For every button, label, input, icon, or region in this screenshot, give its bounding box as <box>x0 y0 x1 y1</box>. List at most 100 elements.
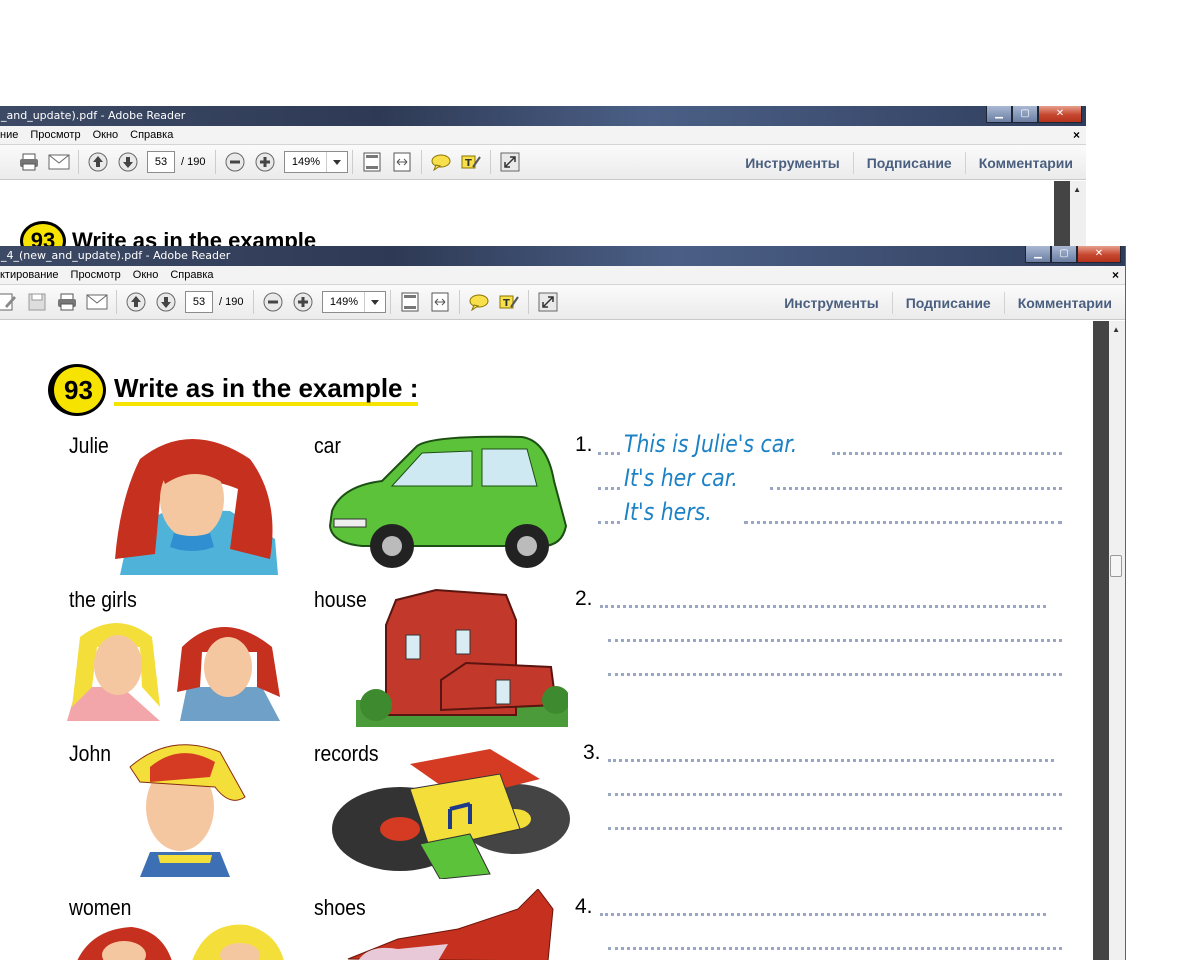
back-separator <box>78 150 79 174</box>
toolbar-separator <box>116 290 117 314</box>
answer-dotted-line <box>832 452 1062 455</box>
back-document-area: ▲ 93 Write as in the example <box>0 181 1086 256</box>
front-window-title: _4_(new_and_update).pdf - Adobe Reader <box>1 249 231 262</box>
back-comments-link[interactable]: Комментарии <box>964 151 1086 174</box>
back-zoom-value: 149% <box>285 152 328 172</box>
fit-page-icon[interactable] <box>399 291 421 313</box>
back-page-total: / 190 <box>181 156 206 168</box>
front-minimize-button[interactable]: ▁ <box>1025 246 1051 263</box>
page-number-input[interactable]: 53 <box>185 291 213 313</box>
answer-dotted-line <box>598 487 620 490</box>
row-number: 1. <box>575 433 593 456</box>
back-menu-window[interactable]: Окно <box>87 126 125 144</box>
zoom-out-icon[interactable] <box>262 291 284 313</box>
back-maximize-button[interactable]: ▢ <box>1012 106 1038 123</box>
zoom-value: 149% <box>323 292 366 312</box>
back-page-number-input[interactable]: 53 <box>147 151 175 173</box>
back-title-bar[interactable]: _and_update).pdf - Adobe Reader ▁ ▢ ✕ <box>0 106 1086 126</box>
john-portrait-image <box>129 744 246 877</box>
vertical-scrollbar[interactable]: ▲ <box>1093 321 1125 960</box>
back-separator <box>352 150 354 174</box>
green-car-image <box>328 435 568 568</box>
front-menu-help[interactable]: Справка <box>164 266 219 284</box>
back-comment-icon[interactable] <box>430 151 452 173</box>
row-person-label: women <box>69 895 132 920</box>
answer-dotted-line <box>608 947 1062 950</box>
sign-link[interactable]: Подписание <box>891 291 1004 314</box>
back-email-icon[interactable] <box>48 151 70 173</box>
back-zoom-select[interactable]: 149% <box>284 151 349 173</box>
back-zoom-out-icon[interactable] <box>224 151 246 173</box>
front-close-button[interactable]: ✕ <box>1077 246 1121 263</box>
front-menu-edit[interactable]: ктирование <box>0 266 65 284</box>
tools-link[interactable]: Инструменты <box>771 292 892 314</box>
front-maximize-button[interactable]: ▢ <box>1051 246 1077 263</box>
edit-document-icon[interactable] <box>0 291 18 313</box>
answer-dotted-line <box>608 673 1062 676</box>
girls-portrait-image <box>67 623 280 721</box>
scroll-up-icon[interactable]: ▲ <box>1073 185 1081 194</box>
back-zoom-in-icon[interactable] <box>254 151 276 173</box>
front-menu-window[interactable]: Окно <box>127 266 165 284</box>
next-page-icon[interactable] <box>155 291 177 313</box>
chevron-down-icon <box>365 292 385 312</box>
answer-dotted-line <box>600 605 1046 608</box>
brick-house-image <box>356 588 568 727</box>
back-close-button[interactable]: ✕ <box>1038 106 1082 123</box>
answer-dotted-line <box>608 639 1062 642</box>
back-next-page-icon[interactable] <box>117 151 139 173</box>
exercise-number-badge: 93 <box>48 364 106 416</box>
back-doc-close-icon[interactable]: × <box>1073 126 1080 145</box>
front-menu-view[interactable]: Просмотр <box>65 266 127 284</box>
row-person-label: Julie <box>69 433 109 458</box>
answer-dotted-line <box>608 793 1062 796</box>
scroll-up-icon[interactable]: ▲ <box>1112 325 1120 334</box>
page-total: / 190 <box>219 296 244 308</box>
back-sign-link[interactable]: Подписание <box>852 151 965 174</box>
back-window-title: _and_update).pdf - Adobe Reader <box>1 109 186 122</box>
front-doc-close-icon[interactable]: × <box>1112 266 1119 285</box>
highlight-text-icon[interactable]: T <box>498 291 520 313</box>
save-icon[interactable] <box>26 291 48 313</box>
example-answer-line: It's her car. <box>624 464 738 492</box>
back-menu-bar: ние Просмотр Окно Справка × <box>0 126 1086 145</box>
zoom-select[interactable]: 149% <box>322 291 387 313</box>
toolbar-separator <box>459 290 461 314</box>
front-title-bar[interactable]: _4_(new_and_update).pdf - Adobe Reader ▁… <box>0 246 1125 266</box>
back-menu-view[interactable]: Просмотр <box>24 126 86 144</box>
row-number: 3. <box>583 741 601 764</box>
prev-page-icon[interactable] <box>125 291 147 313</box>
fit-width-icon[interactable] <box>429 291 451 313</box>
comments-link[interactable]: Комментарии <box>1003 291 1125 314</box>
back-highlight-icon[interactable]: T <box>460 151 482 173</box>
women-portrait-image <box>77 924 284 960</box>
back-reader-window: _and_update).pdf - Adobe Reader ▁ ▢ ✕ ни… <box>0 106 1086 256</box>
front-reader-window: _4_(new_and_update).pdf - Adobe Reader ▁… <box>0 246 1126 960</box>
row-number: 2. <box>575 587 593 610</box>
back-fullscreen-icon[interactable] <box>499 151 521 173</box>
back-print-icon[interactable] <box>18 151 40 173</box>
back-menu-edit[interactable]: ние <box>0 126 24 144</box>
example-answer-line: It's hers. <box>624 498 712 526</box>
back-fit-page-icon[interactable] <box>361 151 383 173</box>
zoom-in-icon[interactable] <box>292 291 314 313</box>
back-fit-width-icon[interactable] <box>391 151 413 173</box>
back-minimize-button[interactable]: ▁ <box>986 106 1012 123</box>
back-prev-page-icon[interactable] <box>87 151 109 173</box>
back-toolbar: 53 / 190 149% T Инструменты Подписание К… <box>0 145 1086 180</box>
back-scrollbar[interactable]: ▲ <box>1054 181 1086 256</box>
back-tools-link[interactable]: Инструменты <box>732 152 853 174</box>
comment-icon[interactable] <box>468 291 490 313</box>
fullscreen-icon[interactable] <box>537 291 559 313</box>
print-icon[interactable] <box>56 291 78 313</box>
svg-text:T: T <box>465 158 472 169</box>
example-answer-line: This is Julie's car. <box>624 430 798 458</box>
exercise-heading: 93 Write as in the example : <box>48 364 419 416</box>
row-person-label: the girls <box>69 587 137 612</box>
document-area: ▲ 93 Write as in the example : Julie car <box>0 321 1125 960</box>
scroll-thumb[interactable] <box>1110 555 1122 577</box>
toolbar-separator <box>390 290 392 314</box>
records-image <box>332 749 570 879</box>
back-menu-help[interactable]: Справка <box>124 126 179 144</box>
email-icon[interactable] <box>86 291 108 313</box>
